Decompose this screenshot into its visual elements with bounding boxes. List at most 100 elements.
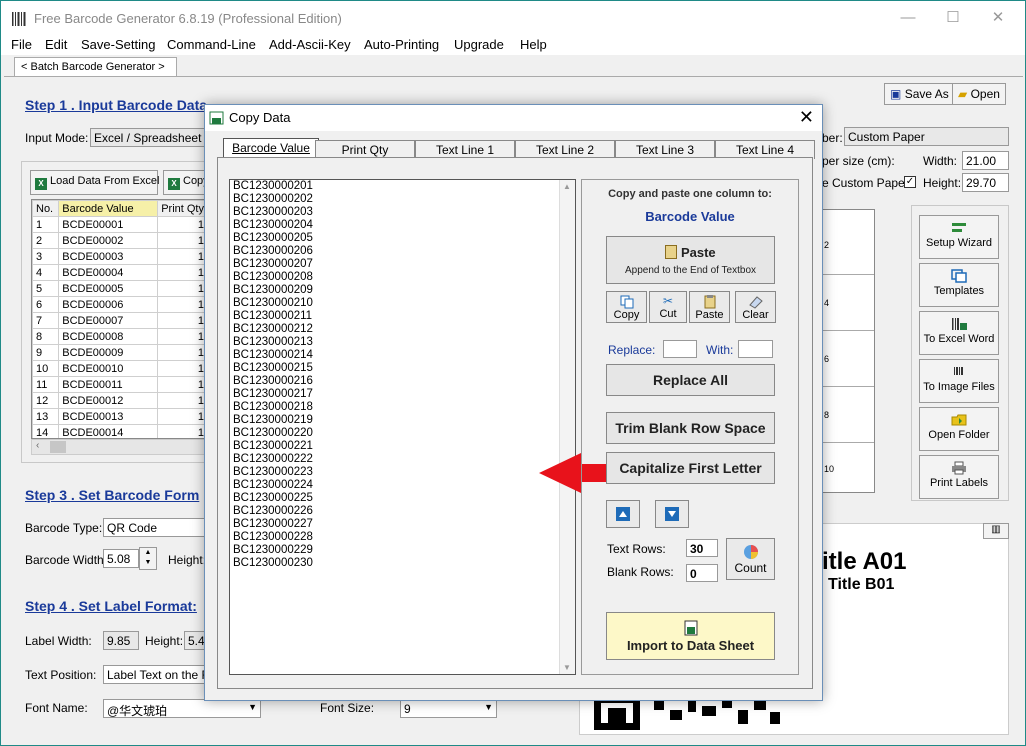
paste-button[interactable]: Paste (689, 291, 730, 323)
data-grid[interactable]: No. Barcode Value Print Qty 1 BCDE00001 1 … (31, 199, 209, 439)
menu-help[interactable]: Help (520, 37, 547, 52)
menu-command-line[interactable]: Command-Line (167, 37, 256, 52)
save-as-button[interactable]: ▣ Save As (884, 83, 955, 105)
paper-height-input[interactable]: 29.70 (962, 173, 1009, 192)
setup-wizard-button[interactable]: Setup Wizard (919, 215, 999, 259)
table-row[interactable]: 4 BCDE00004 1 (32, 264, 208, 281)
scroll-left-icon[interactable]: ‹ (36, 440, 39, 451)
menu-save-setting[interactable]: Save-Setting (81, 37, 155, 52)
copy-button[interactable]: Copy (606, 291, 647, 323)
table-row[interactable]: 7 BCDE00007 1 (32, 312, 208, 329)
count-label: Count (734, 561, 767, 575)
paste-append-button[interactable]: Paste Append to the End of Textbox (606, 236, 775, 284)
font-size-select[interactable]: 9 ▼ (400, 699, 497, 718)
textbox-line: BC1230000203 (233, 206, 313, 218)
custom-paper-checkbox[interactable]: ✓ (904, 176, 916, 188)
sheet-cell: 2 (822, 210, 874, 275)
table-row[interactable]: 6 BCDE00006 1 (32, 296, 208, 313)
target-column-label: Barcode Value (645, 209, 735, 224)
print-labels-button[interactable]: Print Labels (919, 455, 999, 499)
col-header-print-qty[interactable]: Print Qty (157, 200, 208, 217)
table-row[interactable]: 1 BCDE00001 1 (32, 216, 208, 233)
table-row[interactable]: 9 BCDE00009 1 (32, 344, 208, 361)
textbox-scrollbar[interactable]: ▲ ▼ (559, 180, 575, 674)
import-to-data-sheet-button[interactable]: Import to Data Sheet (606, 612, 775, 660)
arrow-down-icon (665, 507, 679, 521)
copy-data-button[interactable]: X Copy (163, 170, 209, 195)
table-row[interactable]: 5 BCDE00005 1 (32, 280, 208, 297)
chevron-down-icon[interactable]: ▼ (484, 702, 493, 712)
with-label: With: (706, 343, 734, 357)
clear-button[interactable]: Clear (735, 291, 776, 323)
menu-upgrade[interactable]: Upgrade (454, 37, 504, 52)
col-header-barcode-value[interactable]: Barcode Value (58, 200, 159, 217)
replace-all-button[interactable]: Replace All (606, 364, 775, 396)
move-down-button[interactable] (655, 500, 689, 528)
table-row[interactable]: 10 BCDE00010 1 (32, 360, 208, 377)
table-row[interactable]: 2 BCDE00002 1 (32, 232, 208, 249)
scroll-down-icon[interactable]: ▼ (563, 663, 571, 672)
sheet-cell: 8 (822, 388, 874, 443)
preview-barcode-button[interactable]: ▥ (983, 523, 1009, 539)
scroll-up-icon[interactable]: ▲ (563, 182, 571, 191)
barcode-app-icon (12, 12, 26, 26)
textbox-line: BC1230000207 (233, 258, 313, 270)
to-excel-word-button[interactable]: To Excel Word (919, 311, 999, 355)
textbox-line: BC1230000213 (233, 336, 313, 348)
barcode-type-select[interactable]: QR Code (103, 518, 205, 537)
save-as-label: Save As (904, 87, 949, 101)
trim-blank-row-space-button[interactable]: Trim Blank Row Space (606, 412, 775, 444)
grid-horizontal-scrollbar[interactable]: ‹ (31, 439, 209, 455)
open-button[interactable]: ▰ Open (952, 83, 1006, 105)
paper-select[interactable]: Custom Paper (844, 127, 1009, 146)
font-size-label: Font Size: (320, 701, 375, 715)
to-image-files-button[interactable]: To Image Files (919, 359, 999, 403)
table-row[interactable]: 8 BCDE00008 1 (32, 328, 208, 345)
data-textbox[interactable]: BC1230000201 BC1230000202 BC1230000203 BC12… (229, 179, 576, 675)
replace-input[interactable] (663, 340, 697, 358)
templates-button[interactable]: Templates (919, 263, 999, 307)
barcode-width-input[interactable]: 5.08 (103, 549, 139, 568)
label-height-label: Height: (145, 634, 184, 648)
menu-bar: File Edit Save-Setting Command-Line Add-… (1, 35, 1025, 55)
copy-label: Copy (613, 309, 640, 321)
menu-add-ascii-key[interactable]: Add-Ascii-Key (269, 37, 351, 52)
table-row[interactable]: 13 BCDE00013 1 (32, 408, 208, 425)
count-button[interactable]: Count (726, 538, 775, 580)
chevron-down-icon[interactable]: ▼ (248, 702, 257, 712)
open-folder-button[interactable]: Open Folder (919, 407, 999, 451)
excel-icon: X (168, 178, 180, 190)
cut-button[interactable]: ✂ Cut (649, 291, 687, 323)
table-row[interactable]: 14 BCDE00014 1 (32, 424, 208, 438)
textbox-line: BC1230000206 (233, 245, 313, 257)
tab-batch-barcode-generator[interactable]: < Batch Barcode Generator > (14, 57, 177, 77)
excel-icon (209, 111, 224, 125)
with-input[interactable] (738, 340, 773, 358)
close-window-button[interactable]: ✕ (983, 7, 1013, 29)
table-row[interactable]: 11 BCDE00011 1 (32, 376, 208, 393)
table-row[interactable]: 12 BCDE00012 1 (32, 392, 208, 409)
label-width-input[interactable]: 9.85 (103, 631, 139, 650)
menu-edit[interactable]: Edit (45, 37, 67, 52)
move-up-button[interactable] (606, 500, 640, 528)
menu-file[interactable]: File (11, 37, 32, 52)
textbox-line: BC1230000226 (233, 505, 313, 517)
font-name-label: Font Name: (25, 701, 88, 715)
table-row[interactable]: 3 BCDE00003 1 (32, 248, 208, 265)
capitalize-first-letter-button[interactable]: Capitalize First Letter (606, 452, 775, 484)
font-name-select[interactable]: @华文琥珀 ▼ (103, 699, 261, 718)
input-mode-select[interactable]: Excel / Spreadsheet (90, 128, 210, 147)
minimize-button[interactable]: — (893, 7, 923, 29)
col-header-no[interactable]: No. (32, 200, 60, 217)
label-height-input[interactable]: 5.4 (184, 631, 206, 650)
textbox-line: BC1230000204 (233, 219, 313, 231)
barcode-width-stepper[interactable]: ▲ ▼ (139, 547, 157, 570)
text-position-select[interactable]: Label Text on the Ri (103, 665, 205, 684)
close-icon[interactable]: ✕ (799, 107, 814, 128)
menu-auto-printing[interactable]: Auto-Printing (364, 37, 439, 52)
scroll-thumb[interactable] (50, 441, 66, 453)
scissors-icon: ✂ (662, 294, 674, 308)
paper-width-input[interactable]: 21.00 (962, 151, 1009, 170)
load-from-excel-button[interactable]: X Load Data From Excel (30, 170, 159, 195)
maximize-button[interactable]: ☐ (938, 7, 968, 29)
